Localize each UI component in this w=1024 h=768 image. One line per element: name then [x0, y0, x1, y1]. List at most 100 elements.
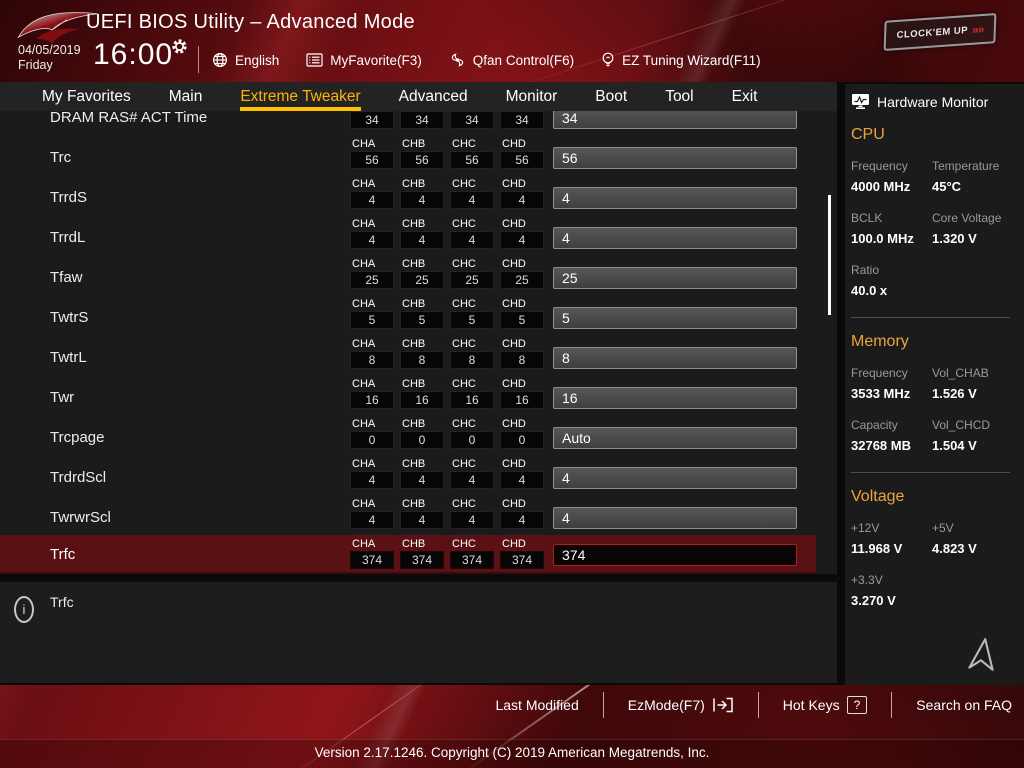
channel-cell: CHA 0	[350, 418, 394, 449]
tab-advanced[interactable]: Advanced	[399, 82, 468, 111]
timing-row[interactable]: DRAM RAS# ACT Time CHA 34 CHB 34 CHC 34 …	[0, 111, 816, 135]
setting-input[interactable]	[553, 427, 797, 449]
hw-reading-label: Frequency	[851, 366, 932, 380]
setting-input[interactable]	[553, 111, 797, 129]
channel-cell: CHD 4	[500, 178, 544, 209]
tab-my-favorites[interactable]: My Favorites	[42, 82, 131, 111]
timing-row[interactable]: Tfaw CHA 25 CHB 25 CHC 25 CHD 25	[0, 255, 816, 295]
setting-input[interactable]	[553, 467, 797, 489]
hw-reading-label: Temperature	[932, 159, 1018, 173]
myfavorite-button[interactable]: MyFavorite(F3)	[306, 53, 422, 68]
setting-input[interactable]	[553, 544, 797, 566]
channel-value: 56	[400, 151, 444, 169]
channel-value: 34	[500, 111, 544, 129]
qfan-label: Qfan Control(F6)	[473, 53, 574, 68]
setting-label: TrrdS	[50, 189, 87, 206]
timing-row[interactable]: TwtrS CHA 5 CHB 5 CHC 5 CHD 5	[0, 295, 816, 335]
time-display: 16:00	[93, 38, 173, 72]
setting-input[interactable]	[553, 507, 797, 529]
ezmode-label: EzMode(F7)	[628, 697, 705, 713]
channel-header: CHA	[350, 418, 394, 431]
timing-row[interactable]: TwrwrScl CHA 4 CHB 4 CHC 4 CHD 4	[0, 495, 816, 535]
channel-value: 4	[450, 231, 494, 249]
hw-reading-label: Frequency	[851, 159, 932, 173]
last-modified-button[interactable]: Last Modified	[495, 697, 578, 713]
ezmode-button[interactable]: EzMode(F7)	[628, 697, 734, 713]
hot-keys-label: Hot Keys	[783, 697, 840, 713]
channel-value: 5	[400, 311, 444, 329]
setting-input[interactable]	[553, 147, 797, 169]
tab-boot[interactable]: Boot	[595, 82, 627, 111]
channel-cell: CHB 34	[400, 111, 444, 129]
channel-header: CHD	[500, 178, 544, 191]
language-label: English	[235, 53, 279, 68]
tab-exit[interactable]: Exit	[732, 82, 758, 111]
channel-header: CHC	[450, 178, 494, 191]
channel-value: 34	[350, 111, 394, 129]
channel-value: 8	[450, 351, 494, 369]
setting-input[interactable]	[553, 187, 797, 209]
timing-row[interactable]: Twr CHA 16 CHB 16 CHC 16 CHD 16	[0, 375, 816, 415]
channel-header: CHC	[450, 138, 494, 151]
channel-value: 4	[350, 471, 394, 489]
gear-icon[interactable]	[171, 38, 188, 55]
timing-row[interactable]: Trfc CHA 374 CHB 374 CHC 374 CHD 374	[0, 535, 816, 574]
hw-reading-value: 1.504 V	[932, 438, 1018, 453]
setting-label: TrrdL	[50, 229, 85, 246]
clockemup-badge: CLOCK'EM UP »»	[884, 13, 997, 51]
setting-label: DRAM RAS# ACT Time	[50, 111, 207, 126]
footer-separator	[758, 692, 759, 718]
timing-row[interactable]: TrdrdScl CHA 4 CHB 4 CHC 4 CHD 4	[0, 455, 816, 495]
tab-tool[interactable]: Tool	[665, 82, 693, 111]
hw-reading: Core Voltage 1.320 V	[932, 211, 1018, 246]
channel-cell: CHB 4	[400, 218, 444, 249]
search-faq-button[interactable]: Search on FAQ	[916, 697, 1012, 713]
tab-extreme-tweaker[interactable]: Extreme Tweaker	[240, 82, 360, 111]
timing-row[interactable]: TrrdS CHA 4 CHB 4 CHC 4 CHD 4	[0, 175, 816, 215]
channel-header: CHD	[500, 298, 544, 311]
tab-monitor[interactable]: Monitor	[506, 82, 558, 111]
timing-row[interactable]: TwtrL CHA 8 CHB 8 CHC 8 CHD 8	[0, 335, 816, 375]
channel-cell: CHA 4	[350, 178, 394, 209]
channel-cell: CHC 16	[450, 378, 494, 409]
channel-cell: CHC 5	[450, 298, 494, 329]
channel-cell: CHA 4	[350, 218, 394, 249]
language-button[interactable]: English	[212, 52, 279, 68]
tab-main[interactable]: Main	[169, 82, 203, 111]
scrollbar-thumb[interactable]	[828, 195, 831, 315]
channel-value: 4	[450, 471, 494, 489]
channel-value: 8	[500, 351, 544, 369]
channel-value: 4	[500, 191, 544, 209]
hw-reading-label: +5V	[932, 521, 1018, 535]
nav-tabs: My Favorites Main Extreme Tweaker Advanc…	[0, 82, 837, 111]
channel-header: CHB	[400, 458, 444, 471]
header-separator	[198, 46, 199, 73]
setting-input[interactable]	[553, 307, 797, 329]
ez-tuning-button[interactable]: EZ Tuning Wizard(F11)	[601, 52, 761, 69]
channel-cell: CHD 34	[500, 111, 544, 129]
hw-section-grid: Frequency 4000 MHz Temperature 45°C BCLK…	[851, 159, 1018, 315]
timing-row[interactable]: Trc CHA 56 CHB 56 CHC 56 CHD 56	[0, 135, 816, 175]
qfan-button[interactable]: Qfan Control(F6)	[449, 52, 574, 68]
setting-input[interactable]	[553, 227, 797, 249]
channel-value: 374	[450, 551, 494, 569]
channel-values: CHA 25 CHB 25 CHC 25 CHD 25	[350, 258, 544, 289]
setting-input[interactable]	[553, 387, 797, 409]
setting-input[interactable]	[553, 347, 797, 369]
timing-row[interactable]: Trcpage CHA 0 CHB 0 CHC 0 CHD 0	[0, 415, 816, 455]
app-title: UEFI BIOS Utility – Advanced Mode	[86, 11, 415, 34]
hot-keys-button[interactable]: Hot Keys ?	[783, 696, 868, 714]
channel-cell: CHD 374	[500, 538, 544, 569]
hw-reading-label: Vol_CHCD	[932, 418, 1018, 432]
channel-header: CHA	[350, 458, 394, 471]
hw-section-title: CPU	[851, 126, 1018, 144]
channel-header: CHC	[450, 378, 494, 391]
setting-input[interactable]	[553, 267, 797, 289]
channel-value: 4	[400, 471, 444, 489]
channel-values: CHA 5 CHB 5 CHC 5 CHD 5	[350, 298, 544, 329]
channel-header: CHA	[350, 298, 394, 311]
timing-row[interactable]: TrrdL CHA 4 CHB 4 CHC 4 CHD 4	[0, 215, 816, 255]
ez-tuning-label: EZ Tuning Wizard(F11)	[622, 53, 761, 68]
setting-label: TwrwrScl	[50, 509, 111, 526]
channel-cell: CHC 0	[450, 418, 494, 449]
